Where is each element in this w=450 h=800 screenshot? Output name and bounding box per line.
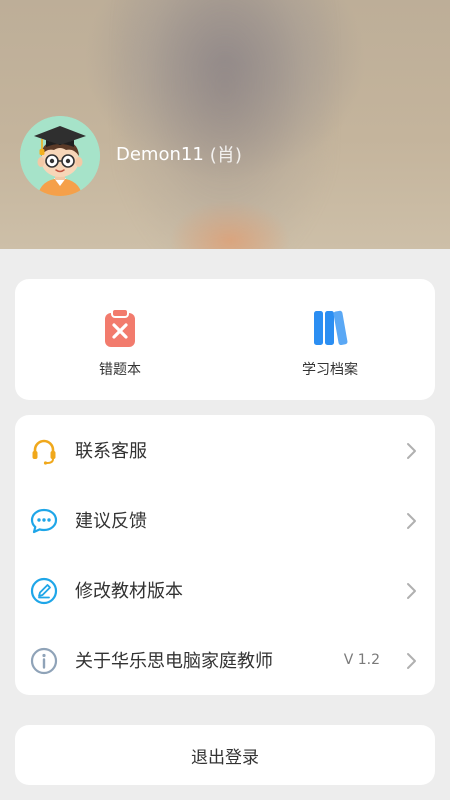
logout-button[interactable]: 退出登录 [15, 725, 435, 785]
edit-pencil-icon [30, 577, 58, 605]
menu-label-feedback: 建议反馈 [75, 511, 147, 532]
menu-label-change-textbook: 修改教材版本 [75, 581, 183, 602]
info-icon [30, 647, 58, 675]
quick-actions-card: 错题本 学习档案 [15, 279, 435, 400]
wrong-questions-button[interactable]: 错题本 [15, 279, 225, 400]
settings-menu-card: 联系客服 建议反馈 修改教材版本 关于华乐思电脑家庭教师 V 1.2 [15, 415, 435, 695]
chevron-right-icon [407, 443, 416, 459]
headset-icon [32, 439, 56, 465]
study-records-label: 学习档案 [302, 362, 358, 378]
chevron-right-icon [407, 513, 416, 529]
study-records-books-icon [314, 310, 348, 346]
chevron-right-icon [407, 653, 416, 669]
menu-label-about: 关于华乐思电脑家庭教师 [75, 651, 273, 672]
wrong-questions-clipboard-icon [105, 308, 135, 347]
chevron-right-icon [407, 583, 416, 599]
logout-label: 退出登录 [191, 747, 259, 768]
study-records-button[interactable]: 学习档案 [225, 279, 435, 400]
wrong-questions-label: 错题本 [99, 362, 141, 378]
chat-bubble-icon [30, 508, 58, 534]
header-background-blur [120, 0, 330, 249]
menu-label-contact-service: 联系客服 [75, 441, 147, 462]
menu-item-contact-service[interactable]: 联系客服 [15, 415, 435, 485]
avatar[interactable] [20, 116, 100, 196]
app-version-text: V 1.2 [343, 652, 380, 668]
menu-item-about[interactable]: 关于华乐思电脑家庭教师 V 1.2 [15, 625, 435, 695]
profile-header: Demon11 (肖) [0, 0, 450, 249]
menu-item-feedback[interactable]: 建议反馈 [15, 485, 435, 555]
menu-item-change-textbook[interactable]: 修改教材版本 [15, 555, 435, 625]
user-role-text: (肖) [209, 145, 242, 166]
profile-name: Demon11 (肖) [116, 141, 242, 167]
username-text: Demon11 [116, 143, 204, 165]
graduate-boy-avatar-icon [20, 116, 100, 196]
